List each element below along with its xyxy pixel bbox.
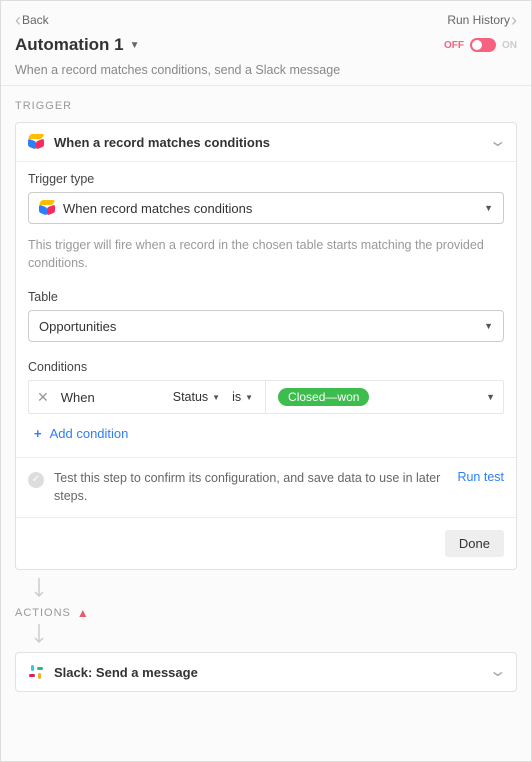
panel-header: ‹ Back Run History › Automation 1 ▼ OFF … (1, 1, 531, 86)
condition-when: When (61, 390, 161, 405)
action-title-wrap: Slack: Send a message (28, 664, 198, 680)
action-card-header[interactable]: Slack: Send a message ⌄ (16, 653, 516, 691)
run-history-label: Run History (447, 13, 510, 27)
slack-icon (28, 664, 44, 680)
trigger-card: When a record matches conditions ⌄ Trigg… (15, 122, 517, 570)
flow-arrow-icon (33, 624, 517, 648)
title-text: Automation 1 (15, 35, 124, 55)
trigger-type-select[interactable]: When record matches conditions ▼ (28, 192, 504, 224)
toggle-off-label: OFF (444, 40, 464, 51)
back-button[interactable]: ‹ Back (15, 11, 49, 29)
trigger-help-text: This trigger will fire when a record in … (16, 226, 516, 280)
trigger-type-value: When record matches conditions (63, 201, 252, 216)
flow-arrow-icon (33, 578, 517, 602)
panel-body: TRIGGER When a record matches conditions… (1, 86, 531, 706)
run-history-button[interactable]: Run History › (447, 11, 517, 29)
actions-section-label: ACTIONS ▲ (15, 606, 517, 620)
automation-panel: ‹ Back Run History › Automation 1 ▼ OFF … (0, 0, 532, 762)
done-button[interactable]: Done (445, 530, 504, 557)
airtable-icon (28, 134, 44, 150)
trigger-card-header[interactable]: When a record matches conditions ⌄ (16, 123, 516, 161)
toggle-on-label: ON (502, 40, 517, 51)
back-label: Back (22, 13, 49, 27)
test-step-row: ✓ Test this step to confirm its configur… (16, 457, 516, 517)
table-value: Opportunities (39, 319, 116, 334)
conditions-label: Conditions (28, 360, 504, 374)
chevron-down-icon: ⌄ (488, 134, 507, 150)
run-test-button[interactable]: Run test (457, 470, 504, 484)
trigger-type-label: Trigger type (28, 172, 504, 186)
trigger-section-label: TRIGGER (15, 100, 517, 112)
caret-down-icon: ▼ (245, 393, 253, 402)
condition-row: ✕ When Status ▼ is ▼ Closed—won ▼ (28, 380, 504, 414)
toggle-switch-icon (470, 38, 496, 52)
conditions-block: Conditions ✕ When Status ▼ is ▼ Closed—w… (16, 344, 516, 457)
airtable-icon (39, 200, 55, 216)
check-circle-icon: ✓ (28, 472, 44, 488)
action-title: Slack: Send a message (54, 665, 198, 680)
automation-description: When a record matches conditions, send a… (15, 63, 517, 77)
table-label: Table (28, 290, 504, 304)
chevron-left-icon: ‹ (15, 11, 21, 29)
header-middle-row: Automation 1 ▼ OFF ON (15, 35, 517, 55)
caret-down-icon: ▼ (212, 393, 220, 402)
trigger-title: When a record matches conditions (54, 135, 270, 150)
actions-label-text: ACTIONS (15, 607, 71, 619)
trigger-title-wrap: When a record matches conditions (28, 134, 270, 150)
caret-down-icon: ▼ (484, 203, 493, 213)
condition-operator: is (232, 390, 241, 404)
table-block: Table Opportunities ▼ (16, 280, 516, 344)
condition-field: Status (173, 390, 208, 404)
add-condition-button[interactable]: + Add condition (28, 414, 504, 455)
enabled-toggle[interactable]: OFF ON (444, 38, 517, 52)
chevron-down-icon: ⌄ (488, 664, 507, 680)
chevron-right-icon: › (511, 11, 517, 29)
test-step-text: Test this step to confirm its configurat… (54, 470, 447, 505)
add-condition-label: Add condition (50, 426, 129, 441)
condition-value-select[interactable]: ▼ (486, 392, 495, 402)
trigger-type-block: Trigger type When record matches conditi… (16, 162, 516, 226)
done-row: Done (16, 517, 516, 569)
trigger-type-select-value-wrap: When record matches conditions (39, 200, 252, 216)
caret-down-icon: ▼ (130, 40, 140, 51)
warning-icon: ▲ (77, 606, 90, 620)
caret-down-icon: ▼ (484, 321, 493, 331)
header-top-row: ‹ Back Run History › (15, 11, 517, 29)
remove-condition-button[interactable]: ✕ (37, 389, 49, 406)
condition-value-pill[interactable]: Closed—won (278, 388, 369, 406)
condition-operator-select[interactable]: is ▼ (232, 390, 253, 404)
action-card: Slack: Send a message ⌄ (15, 652, 517, 692)
table-select[interactable]: Opportunities ▼ (28, 310, 504, 342)
condition-field-select[interactable]: Status ▼ (173, 390, 220, 404)
automation-title[interactable]: Automation 1 ▼ (15, 35, 140, 55)
plus-icon: + (34, 426, 42, 441)
